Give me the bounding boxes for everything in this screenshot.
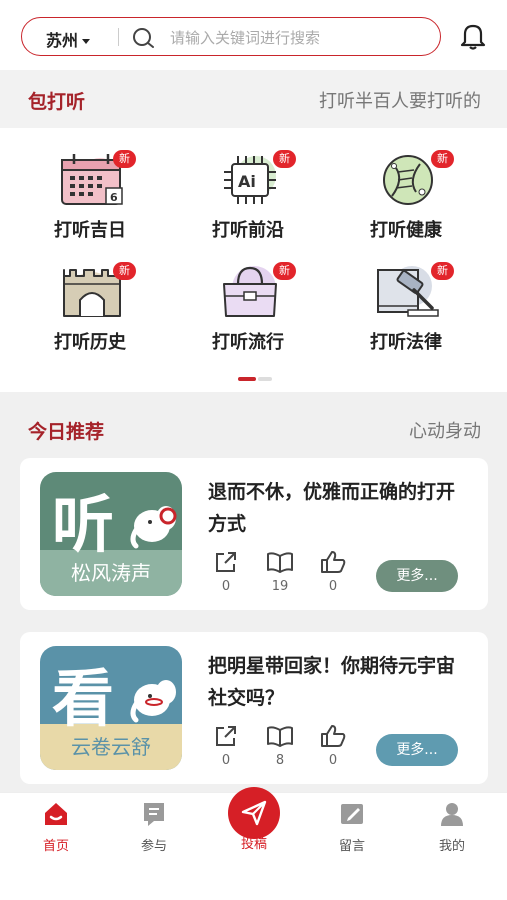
page-dot — [258, 377, 272, 381]
nav-item-home[interactable]: 首页 — [16, 801, 96, 854]
like-stat[interactable]: 0 — [317, 550, 349, 594]
share-stat[interactable]: 0 — [210, 724, 242, 768]
section-subtitle: 心动身动 — [409, 421, 481, 442]
search-divider — [118, 28, 119, 46]
bao-da-ting-section: 包打听 打听半百人要打听的 6 新 打听吉日 Ai 新 打听前沿 新 打听健康 — [0, 70, 507, 392]
new-badge: 新 — [431, 262, 454, 280]
bell-icon[interactable] — [457, 20, 489, 56]
top-bar: 苏州 请输入关键词进行搜索 — [0, 0, 507, 70]
grid-item-law[interactable]: 新 打听法律 — [336, 262, 476, 362]
grid-item-trend[interactable]: 新 打听流行 — [178, 262, 318, 362]
new-badge: 新 — [113, 150, 136, 168]
search-icon — [132, 27, 156, 53]
article-thumbnail: 听 松风涛声 — [40, 472, 182, 596]
participate-icon — [144, 803, 164, 826]
article-title: 退而不休，优雅而正确的打开方式 — [208, 481, 456, 535]
article-card[interactable]: 听 松风涛声 退而不休，优雅而正确的打开方式 0 19 0 更多... — [20, 458, 488, 610]
svg-text:6: 6 — [110, 191, 118, 204]
new-badge: 新 — [273, 150, 296, 168]
elephant-icon — [130, 506, 177, 549]
more-button[interactable]: 更多... — [376, 560, 458, 592]
city-label: 苏州 — [46, 31, 79, 50]
message-edit-icon — [341, 804, 363, 824]
share-count: 0 — [221, 579, 231, 594]
share-icon — [216, 552, 236, 572]
nav-label: 我的 — [438, 839, 465, 854]
new-badge: 新 — [273, 262, 296, 280]
thumbnail-caption: 云卷云舒 — [71, 735, 151, 759]
recommend-header: 今日推荐 心动身动 — [0, 400, 507, 458]
grid-item-label: 打听流行 — [212, 332, 284, 353]
like-count: 0 — [328, 753, 338, 768]
nav-label: 参与 — [140, 839, 167, 854]
section-title: 包打听 — [28, 91, 86, 113]
grid-item-label: 打听法律 — [370, 332, 442, 353]
search-bar[interactable]: 苏州 请输入关键词进行搜索 — [21, 17, 441, 56]
nav-item-profile[interactable]: 我的 — [412, 801, 492, 854]
grid-item-health[interactable]: 新 打听健康 — [336, 150, 476, 250]
more-button[interactable]: 更多... — [376, 734, 458, 766]
like-stat[interactable]: 0 — [317, 724, 349, 768]
nav-item-participate[interactable]: 参与 — [114, 801, 194, 854]
thumbs-up-icon — [321, 551, 346, 573]
new-badge: 新 — [431, 150, 454, 168]
nav-label: 首页 — [42, 839, 69, 854]
section-title: 今日推荐 — [28, 421, 105, 443]
share-icon — [216, 726, 236, 746]
grid-item-frontier[interactable]: Ai 新 打听前沿 — [178, 150, 318, 250]
book-icon — [267, 726, 293, 747]
nav-item-submit[interactable]: 投稿 — [214, 787, 294, 852]
like-count: 0 — [328, 579, 338, 594]
thumbs-up-icon — [321, 725, 346, 747]
app-root: 苏州 请输入关键词进行搜索 包打听 打听半百人要打听的 6 新 打听吉日 Ai … — [0, 0, 507, 900]
share-count: 0 — [221, 753, 231, 768]
thumbnail-char: 看 — [52, 662, 115, 735]
grid-item-label: 打听前沿 — [212, 220, 284, 241]
bottom-nav: 首页 参与 投稿 留言 我的 — [0, 787, 507, 900]
search-input[interactable]: 请输入关键词进行搜索 — [170, 27, 320, 48]
read-stat[interactable]: 19 — [264, 550, 296, 594]
nav-label: 留言 — [338, 839, 365, 854]
read-count: 19 — [271, 579, 289, 594]
submit-fab[interactable] — [228, 787, 280, 839]
read-count: 8 — [275, 753, 285, 768]
svg-text:Ai: Ai — [238, 172, 256, 191]
section-header: 包打听 打听半百人要打听的 — [0, 70, 507, 128]
share-stat[interactable]: 0 — [210, 550, 242, 594]
grid-item-label: 打听健康 — [370, 220, 442, 241]
paper-plane-icon — [241, 800, 267, 826]
read-stat[interactable]: 8 — [264, 724, 296, 768]
home-icon — [45, 803, 67, 825]
book-icon — [267, 552, 293, 573]
nav-item-message[interactable]: 留言 — [312, 801, 392, 854]
grid-item-history[interactable]: 新 打听历史 — [20, 262, 160, 362]
grid-item-label: 打听吉日 — [54, 220, 126, 241]
caret-down-icon — [82, 39, 91, 44]
article-thumbnail: 看 云卷云舒 — [40, 646, 182, 770]
new-badge: 新 — [113, 262, 136, 280]
city-selector[interactable]: 苏州 — [46, 27, 91, 51]
grid-item-label: 打听历史 — [54, 332, 126, 353]
section-subtitle: 打听半百人要打听的 — [319, 91, 481, 112]
user-icon — [441, 803, 463, 826]
elephant-icon — [130, 680, 176, 723]
thumbnail-caption: 松风涛声 — [71, 561, 151, 585]
article-title: 把明星带回家！你期待元宇宙社交吗？ — [208, 655, 456, 709]
grid-item-auspicious-day[interactable]: 6 新 打听吉日 — [20, 150, 160, 250]
page-dot-active — [238, 377, 256, 381]
article-card[interactable]: 看 云卷云舒 把明星带回家！你期待元宇宙社交吗？ 0 8 0 更多... — [20, 632, 488, 784]
thumbnail-char: 听 — [52, 488, 115, 561]
